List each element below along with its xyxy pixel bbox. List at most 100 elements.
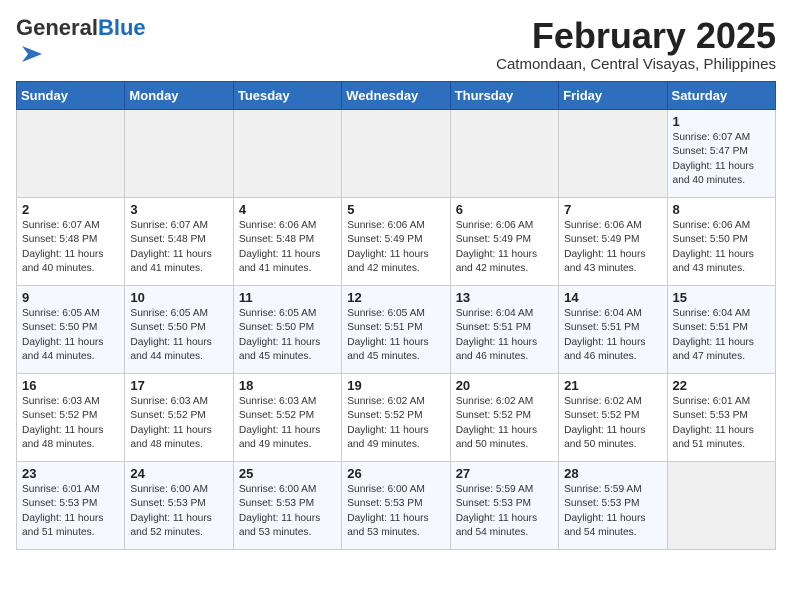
title-block: February 2025 Catmondaan, Central Visaya… — [496, 16, 776, 73]
calendar-cell — [450, 110, 558, 198]
day-number: 2 — [22, 202, 119, 217]
week-row-5: 23 Sunrise: 6:01 AM Sunset: 5:53 PM Dayli… — [17, 462, 776, 550]
calendar-cell: 26 Sunrise: 6:00 AM Sunset: 5:53 PM Dayli… — [342, 462, 450, 550]
day-info: Sunrise: 6:06 AM Sunset: 5:48 PM Dayligh… — [239, 219, 336, 276]
calendar-cell — [17, 110, 125, 198]
day-number: 21 — [564, 378, 661, 393]
calendar-cell: 16 Sunrise: 6:03 AM Sunset: 5:52 PM Dayli… — [17, 374, 125, 462]
day-info: Sunrise: 6:03 AM Sunset: 5:52 PM Dayligh… — [239, 395, 336, 452]
calendar-cell — [233, 110, 341, 198]
day-info: Sunrise: 6:06 AM Sunset: 5:50 PM Dayligh… — [673, 219, 770, 276]
calendar-cell — [125, 110, 233, 198]
day-info: Sunrise: 6:02 AM Sunset: 5:52 PM Dayligh… — [347, 395, 444, 452]
header-row: SundayMondayTuesdayWednesdayThursdayFrid… — [17, 82, 776, 110]
day-info: Sunrise: 6:06 AM Sunset: 5:49 PM Dayligh… — [347, 219, 444, 276]
calendar-cell: 25Sunrise: 6:00 AM Sunset: 5:53 PM Dayli… — [233, 462, 341, 550]
day-number: 22 — [673, 378, 770, 393]
day-number: 27 — [456, 466, 553, 481]
day-number: 11 — [239, 290, 336, 305]
col-header-sunday: Sunday — [17, 82, 125, 110]
calendar-cell: 8 Sunrise: 6:06 AM Sunset: 5:50 PM Daylig… — [667, 198, 775, 286]
day-info: Sunrise: 5:59 AM Sunset: 5:53 PM Dayligh… — [564, 483, 661, 540]
day-number: 19 — [347, 378, 444, 393]
month-title: February 2025 — [496, 16, 776, 56]
calendar-cell: 17Sunrise: 6:03 AM Sunset: 5:52 PM Dayli… — [125, 374, 233, 462]
day-info: Sunrise: 6:00 AM Sunset: 5:53 PM Dayligh… — [239, 483, 336, 540]
day-number: 28 — [564, 466, 661, 481]
day-number: 4 — [239, 202, 336, 217]
day-number: 7 — [564, 202, 661, 217]
calendar-cell: 28 Sunrise: 5:59 AM Sunset: 5:53 PM Dayli… — [559, 462, 667, 550]
day-number: 23 — [22, 466, 119, 481]
day-number: 20 — [456, 378, 553, 393]
calendar-cell: 13Sunrise: 6:04 AM Sunset: 5:51 PM Dayli… — [450, 286, 558, 374]
col-header-wednesday: Wednesday — [342, 82, 450, 110]
day-info: Sunrise: 6:05 AM Sunset: 5:50 PM Dayligh… — [130, 307, 227, 364]
calendar-cell: 20 Sunrise: 6:02 AM Sunset: 5:52 PM Dayli… — [450, 374, 558, 462]
calendar-cell: 2Sunrise: 6:07 AM Sunset: 5:48 PM Daylig… — [17, 198, 125, 286]
calendar-cell: 27 Sunrise: 5:59 AM Sunset: 5:53 PM Dayli… — [450, 462, 558, 550]
day-info: Sunrise: 6:07 AM Sunset: 5:48 PM Dayligh… — [130, 219, 227, 276]
day-info: Sunrise: 6:03 AM Sunset: 5:52 PM Dayligh… — [130, 395, 227, 452]
day-info: Sunrise: 6:01 AM Sunset: 5:53 PM Dayligh… — [22, 483, 119, 540]
day-number: 16 — [22, 378, 119, 393]
week-row-1: 1 Sunrise: 6:07 AM Sunset: 5:47 PM Daylig… — [17, 110, 776, 198]
day-info: Sunrise: 6:04 AM Sunset: 5:51 PM Dayligh… — [456, 307, 553, 364]
day-info: Sunrise: 6:06 AM Sunset: 5:49 PM Dayligh… — [456, 219, 553, 276]
week-row-4: 16 Sunrise: 6:03 AM Sunset: 5:52 PM Dayli… — [17, 374, 776, 462]
calendar-cell: 9Sunrise: 6:05 AM Sunset: 5:50 PM Daylig… — [17, 286, 125, 374]
col-header-thursday: Thursday — [450, 82, 558, 110]
day-info: Sunrise: 6:06 AM Sunset: 5:49 PM Dayligh… — [564, 219, 661, 276]
calendar-cell: 6 Sunrise: 6:06 AM Sunset: 5:49 PM Daylig… — [450, 198, 558, 286]
logo: GeneralBlue — [16, 16, 146, 73]
calendar-cell: 7 Sunrise: 6:06 AM Sunset: 5:49 PM Daylig… — [559, 198, 667, 286]
day-info: Sunrise: 6:04 AM Sunset: 5:51 PM Dayligh… — [564, 307, 661, 364]
calendar-cell: 19 Sunrise: 6:02 AM Sunset: 5:52 PM Dayli… — [342, 374, 450, 462]
calendar-cell: 15 Sunrise: 6:04 AM Sunset: 5:51 PM Dayli… — [667, 286, 775, 374]
calendar-cell: 18 Sunrise: 6:03 AM Sunset: 5:52 PM Dayli… — [233, 374, 341, 462]
day-info: Sunrise: 6:00 AM Sunset: 5:53 PM Dayligh… — [347, 483, 444, 540]
day-number: 26 — [347, 466, 444, 481]
day-info: Sunrise: 6:05 AM Sunset: 5:50 PM Dayligh… — [239, 307, 336, 364]
logo-icon — [18, 40, 46, 68]
day-number: 18 — [239, 378, 336, 393]
calendar-cell: 10 Sunrise: 6:05 AM Sunset: 5:50 PM Dayli… — [125, 286, 233, 374]
calendar-cell — [559, 110, 667, 198]
day-number: 1 — [673, 114, 770, 129]
calendar-cell: 22 Sunrise: 6:01 AM Sunset: 5:53 PM Dayli… — [667, 374, 775, 462]
calendar-cell: 5 Sunrise: 6:06 AM Sunset: 5:49 PM Daylig… — [342, 198, 450, 286]
day-info: Sunrise: 6:03 AM Sunset: 5:52 PM Dayligh… — [22, 395, 119, 452]
day-info: Sunrise: 6:05 AM Sunset: 5:50 PM Dayligh… — [22, 307, 119, 364]
logo-blue-text: Blue — [98, 15, 146, 40]
day-info: Sunrise: 6:05 AM Sunset: 5:51 PM Dayligh… — [347, 307, 444, 364]
day-info: Sunrise: 6:02 AM Sunset: 5:52 PM Dayligh… — [564, 395, 661, 452]
day-info: Sunrise: 6:02 AM Sunset: 5:52 PM Dayligh… — [456, 395, 553, 452]
day-number: 24 — [130, 466, 227, 481]
day-number: 6 — [456, 202, 553, 217]
week-row-3: 9Sunrise: 6:05 AM Sunset: 5:50 PM Daylig… — [17, 286, 776, 374]
col-header-tuesday: Tuesday — [233, 82, 341, 110]
day-number: 15 — [673, 290, 770, 305]
location-text: Catmondaan, Central Visayas, Philippines — [496, 56, 776, 73]
day-info: Sunrise: 6:04 AM Sunset: 5:51 PM Dayligh… — [673, 307, 770, 364]
calendar-cell: 3 Sunrise: 6:07 AM Sunset: 5:48 PM Daylig… — [125, 198, 233, 286]
calendar-cell: 23 Sunrise: 6:01 AM Sunset: 5:53 PM Dayli… — [17, 462, 125, 550]
calendar-cell: 14 Sunrise: 6:04 AM Sunset: 5:51 PM Dayli… — [559, 286, 667, 374]
day-number: 12 — [347, 290, 444, 305]
day-number: 5 — [347, 202, 444, 217]
day-info: Sunrise: 5:59 AM Sunset: 5:53 PM Dayligh… — [456, 483, 553, 540]
day-info: Sunrise: 6:07 AM Sunset: 5:47 PM Dayligh… — [673, 131, 770, 188]
calendar-table: SundayMondayTuesdayWednesdayThursdayFrid… — [16, 81, 776, 550]
col-header-friday: Friday — [559, 82, 667, 110]
calendar-cell: 11 Sunrise: 6:05 AM Sunset: 5:50 PM Dayli… — [233, 286, 341, 374]
calendar-cell — [667, 462, 775, 550]
day-number: 8 — [673, 202, 770, 217]
day-number: 3 — [130, 202, 227, 217]
col-header-monday: Monday — [125, 82, 233, 110]
day-number: 10 — [130, 290, 227, 305]
week-row-2: 2 Sunrise: 6:07 AM Sunset: 5:48 PM Daylig… — [17, 198, 776, 286]
day-number: 14 — [564, 290, 661, 305]
calendar-cell — [342, 110, 450, 198]
day-info: Sunrise: 6:01 AM Sunset: 5:53 PM Dayligh… — [673, 395, 770, 452]
day-info: Sunrise: 6:00 AM Sunset: 5:53 PM Dayligh… — [130, 483, 227, 540]
